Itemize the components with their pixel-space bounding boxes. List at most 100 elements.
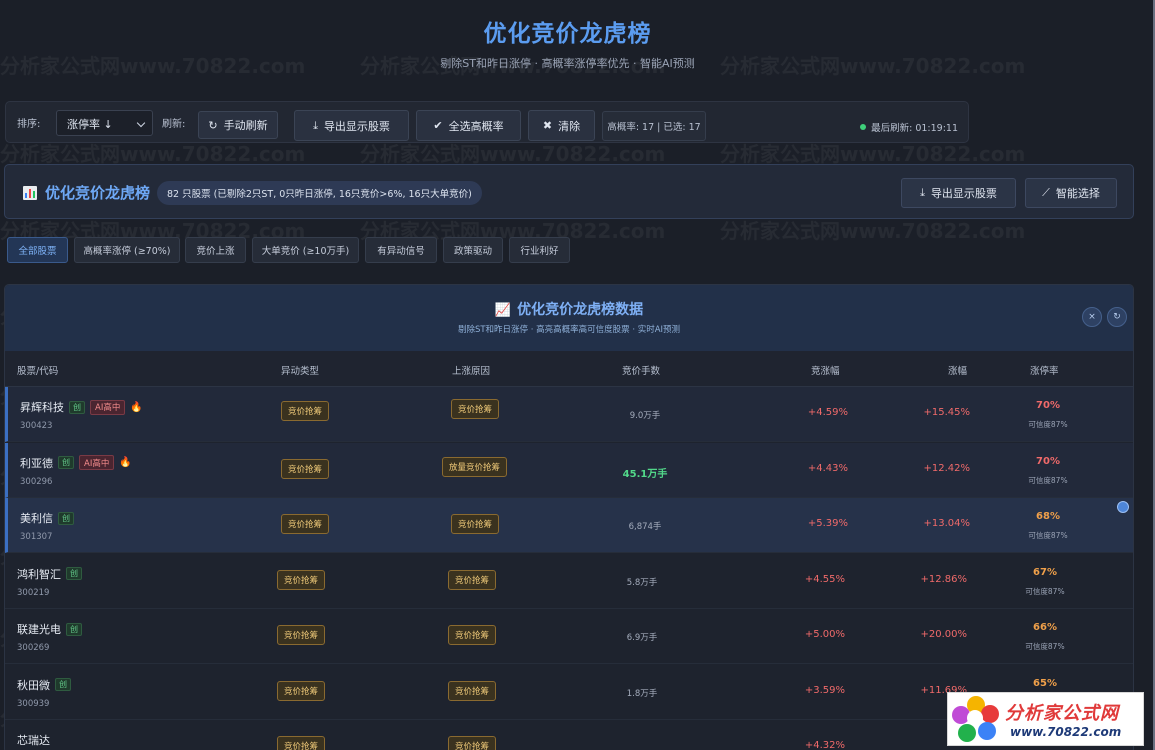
selected-marker-icon[interactable] — [1117, 501, 1129, 513]
filter-all[interactable]: 全部股票 — [7, 237, 68, 263]
volume-value: 45.1万手 — [622, 468, 668, 480]
flower-logo-icon — [952, 696, 1000, 744]
volume-value: 9.0万手 — [629, 411, 661, 421]
stock-name: 鸿利智汇 — [17, 567, 61, 581]
check-icon: ✔ — [433, 119, 443, 132]
confidence-value: 可信度87% — [1025, 586, 1065, 596]
ai-tag: AI高中 — [90, 399, 126, 415]
clear-button[interactable]: ✖ 清除 — [528, 110, 595, 141]
toolbar: 排序: 涨停率 ↓ 刷新: ↻ 手动刷新 ⤓ 导出显示股票 ✔ 全选高概率 ✖ … — [5, 101, 969, 143]
volume-value: 1.8万手 — [626, 688, 658, 699]
reason-tag: 竞价抢筹 — [451, 514, 500, 534]
change-value: +12.42% — [923, 462, 970, 474]
stock-name-cell: 昇辉科技创 AI高中 🔥 — [20, 399, 143, 415]
board-export-label: 导出显示股票 — [930, 187, 997, 200]
limit-rate-value: 66% — [1033, 622, 1057, 633]
type-tag: 竞价抢筹 — [277, 569, 326, 590]
board-export-button[interactable]: ⤓ 导出显示股票 — [901, 178, 1016, 208]
stock-name: 联建光电 — [17, 623, 61, 636]
manual-refresh-button[interactable]: ↻ 手动刷新 — [198, 111, 278, 139]
volume-value: 6.9万手 — [626, 633, 658, 643]
change-value: +12.86% — [920, 573, 967, 585]
stock-code: 301307 — [20, 532, 53, 542]
stock-code: 300219 — [17, 587, 50, 598]
auction-change-value: +5.00% — [804, 629, 845, 640]
board-tag: 创 — [66, 622, 82, 636]
refresh-icon: ↻ — [208, 118, 218, 132]
auction-change-value: +3.59% — [804, 684, 845, 696]
limit-rate-value: 65% — [1033, 677, 1057, 689]
filter-signal[interactable]: 有异动信号 — [365, 237, 437, 263]
col-change[interactable]: 涨幅 — [948, 363, 967, 377]
panel-subtitle: 剔除ST和昨日涨停 · 高亮高概率高可信度股票 · 实时AI预测 — [457, 325, 681, 335]
col-stock[interactable]: 股票/代码 — [17, 363, 58, 377]
export-label: 导出显示股票 — [323, 119, 390, 133]
confidence-value: 可信度87% — [1028, 475, 1068, 485]
table-row[interactable]: 美利信创 301307 竞价抢筹 竞价抢筹 6,874手 +5.39% +13.04% 68%… — [5, 498, 1133, 553]
stock-name: 秋田微 — [17, 678, 50, 692]
table-row[interactable]: 联建光电创 300269 竞价抢筹 竞价抢筹 6.9万手 +5.00% +20.00% 66%… — [5, 609, 1133, 664]
download-icon: ⤓ — [313, 118, 318, 132]
board-title: 优化竞价龙虎榜 — [23, 182, 150, 203]
line-chart-icon: 📈 — [494, 303, 512, 318]
data-panel: 📈 优化竞价龙虎榜数据 剔除ST和昨日涨停 · 高亮高概率高可信度股票 · 实时A… — [4, 284, 1134, 750]
col-reason[interactable]: 上涨原因 — [452, 363, 490, 377]
filter-high-prob[interactable]: 高概率涨停 (≥70%) — [74, 237, 180, 263]
filter-policy[interactable]: 政策驱动 — [443, 237, 503, 263]
stock-name: 芯瑞达 — [17, 734, 50, 747]
limit-rate-value: 68% — [1036, 511, 1060, 522]
sort-select[interactable]: 涨停率 ↓ — [56, 110, 153, 136]
filter-auction-up[interactable]: 竞价上涨 — [185, 237, 246, 263]
col-limit-rate[interactable]: 涨停率 — [1030, 363, 1059, 377]
reason-tag: 竞价抢筹 — [448, 736, 497, 750]
stock-code: 300296 — [20, 476, 53, 487]
limit-rate-value: 70% — [1036, 455, 1060, 467]
last-refresh: 最后刷新: 01:19:11 — [860, 120, 958, 134]
stock-name-cell: 秋田微创 — [17, 677, 71, 693]
stock-name-cell: 鸿利智汇创 — [17, 566, 82, 582]
close-icon: ✖ — [542, 119, 553, 132]
app-page: 分析家公式网www.70822.com 分析家公式网www.70822.com 分析… — [0, 0, 1155, 750]
col-type[interactable]: 异动类型 — [281, 363, 319, 377]
panel-title: 📈 优化竞价龙虎榜数据 — [5, 299, 1133, 319]
stock-name: 昇辉科技 — [20, 401, 64, 414]
table-header: 股票/代码 异动类型 上涨原因 竞价手数 竞涨幅 涨幅 涨停率 — [5, 351, 1133, 387]
stock-name-cell: 联建光电创 — [17, 621, 82, 637]
filter-industry[interactable]: 行业利好 — [509, 237, 570, 263]
smart-select-button[interactable]: ⟋ 智能选择 — [1025, 178, 1117, 208]
volume-value: 6,874手 — [628, 522, 662, 532]
limit-rate-value: 70% — [1036, 400, 1060, 411]
select-high-button[interactable]: ✔ 全选高概率 — [416, 110, 521, 141]
filter-big-order[interactable]: 大单竞价 (≥10万手) — [252, 237, 359, 263]
reason-tag: 竞价抢筹 — [451, 399, 500, 419]
clear-label: 清除 — [558, 119, 581, 133]
fire-icon: 🔥 — [119, 457, 132, 468]
table-row[interactable]: 利亚德创 AI高中 🔥 300296 竞价抢筹 放量竞价抢筹 45.1万手 +4.43% +12… — [5, 442, 1133, 498]
manual-refresh-label: 手动刷新 — [223, 119, 268, 132]
panel-close-button[interactable]: × — [1082, 307, 1102, 327]
table-row[interactable]: 昇辉科技创 AI高中 🔥 300423 竞价抢筹 竞价抢筹 9.0万手 +4.59% +15.4… — [5, 387, 1133, 442]
stock-name: 利亚德 — [20, 456, 53, 470]
board-title-text: 优化竞价龙虎榜 — [45, 184, 151, 202]
col-auction-change[interactable]: 竞涨幅 — [811, 363, 840, 377]
export-button[interactable]: ⤓ 导出显示股票 — [294, 110, 409, 141]
limit-rate-value: 67% — [1033, 566, 1057, 578]
fire-icon: 🔥 — [130, 401, 143, 413]
stock-code: 300939 — [17, 698, 50, 709]
auction-change-value: +4.59% — [807, 407, 848, 418]
magic-wand-icon: ⟋ — [1042, 186, 1050, 199]
refresh-label: 刷新: — [162, 119, 186, 130]
select-high-label: 全选高概率 — [448, 119, 504, 133]
type-tag: 竞价抢筹 — [281, 401, 330, 421]
watermark-text: 分析家公式网www.70822.com — [720, 219, 1026, 243]
confidence-value: 可信度87% — [1025, 642, 1065, 651]
stock-code: 300423 — [20, 421, 53, 431]
change-value: +15.45% — [923, 407, 970, 418]
table-row[interactable]: 鸿利智汇创 300219 竞价抢筹 竞价抢筹 5.8万手 +4.55% +12.86% 67%… — [5, 554, 1133, 609]
panel-refresh-button[interactable]: ↻ — [1107, 307, 1127, 327]
bar-chart-icon — [23, 185, 37, 200]
stock-count-badge: 82 只股票 (已剔除2只ST, 0只昨日涨停, 16只竞价>6%, 16只大单… — [157, 181, 482, 205]
ai-tag: AI高中 — [79, 455, 115, 470]
col-volume[interactable]: 竞价手数 — [622, 363, 660, 377]
type-tag: 竞价抢筹 — [277, 736, 326, 750]
